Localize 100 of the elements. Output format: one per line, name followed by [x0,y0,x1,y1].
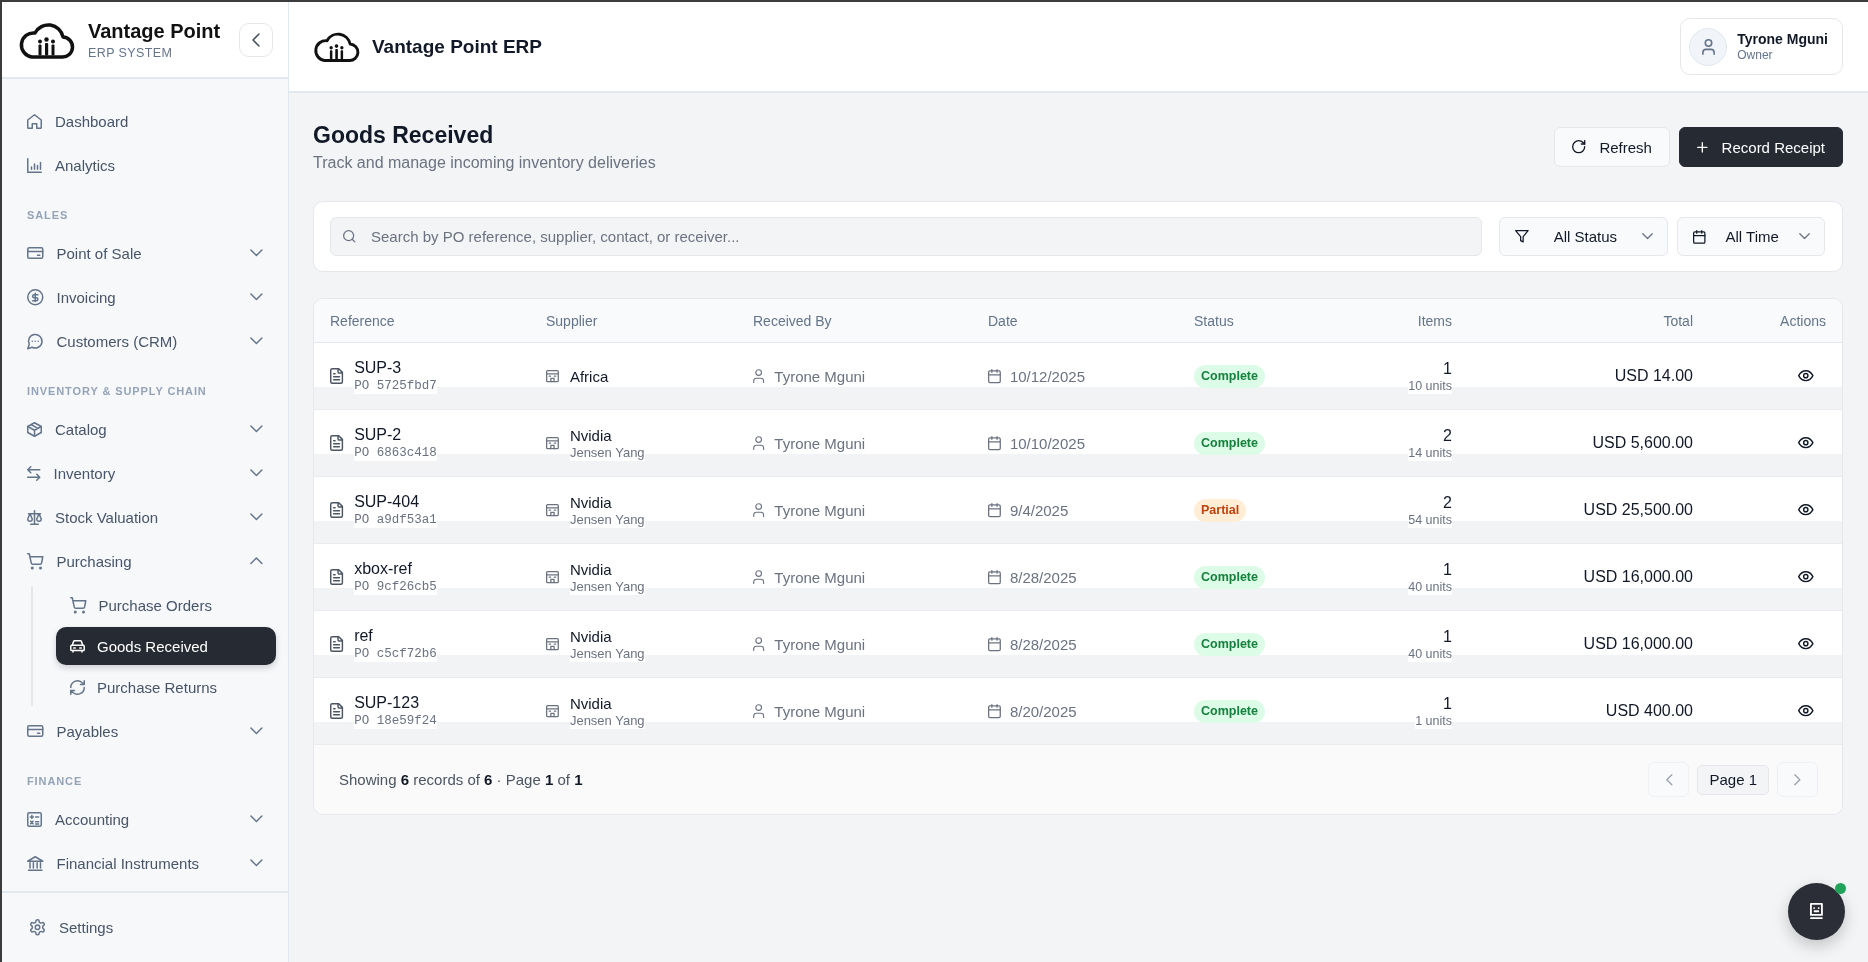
calendar-icon [1693,229,1706,244]
calendar-icon [988,636,1001,652]
po-number: PO 9cf26cb5 [354,579,437,595]
store-icon [546,570,559,584]
filter-dropdown[interactable]: All Time [1677,217,1825,256]
column-header: Total [1663,312,1693,329]
chevron-down-icon [1641,233,1653,240]
column-header: Status [1194,312,1235,329]
chevron-right-icon [1794,773,1801,786]
status-badge: Complete [1194,632,1265,656]
unit-count: 14 units [1408,445,1452,461]
record-receipt-button[interactable]: Record Receipt [1678,127,1843,167]
user-icon [753,435,765,451]
store-icon [546,704,559,718]
status-badge: Complete [1194,565,1265,589]
sidebar-item[interactable]: Customers (CRM) [14,319,276,363]
sidebar-item[interactable]: Purchase Orders [56,586,276,624]
search-field[interactable]: Search by PO reference, supplier, contact, or receiver... [330,217,1482,256]
file-icon [330,636,344,652]
po-number: PO 18e59f24 [354,713,437,729]
sidebar-item[interactable]: Payables [14,709,276,753]
status-badge: Complete [1194,364,1265,388]
sidebar-item[interactable]: Inventory [14,451,276,495]
calendar-icon [988,502,1001,518]
cart-icon [27,552,44,570]
calendar-icon [988,703,1001,719]
po-number: PO 5725fbd7 [354,378,437,394]
page-title: Goods Received [313,121,494,149]
status-badge: Complete [1194,431,1265,455]
settings-icon [30,919,45,936]
eye-icon [1798,705,1814,717]
store-icon [546,637,559,651]
cart-icon [70,596,87,614]
sidebar-item[interactable]: Catalog [14,407,276,451]
chevron-down-icon [1798,233,1810,240]
total-amount: USD 5,600.00 [1592,433,1693,453]
avatar-icon [1689,27,1728,66]
column-header: Date [988,312,1019,329]
unit-count: 40 units [1408,646,1452,662]
eye-icon [1798,638,1814,650]
file-icon [330,703,344,719]
user-icon [753,636,765,652]
total-amount: USD 25,500.00 [1583,500,1693,520]
filter-icon [1515,230,1529,243]
user-card[interactable]: Tyrone Mguni Owner [1680,18,1843,75]
filter-dropdown[interactable]: All Status [1499,217,1668,256]
box-icon [27,421,42,437]
bank-icon [27,855,44,871]
unit-count: 10 units [1408,378,1452,394]
calendar-icon [988,569,1001,585]
sidebar-item[interactable]: Purchasing [14,539,276,583]
sidebar-item[interactable]: Analytics [14,143,276,187]
sidebar-item[interactable]: Financial Instruments [14,841,276,885]
store-icon [546,503,559,517]
app-title: Vantage Point ERP [372,35,542,58]
pagination-summary: Showing 6 records of 6 · Page 1 of 1 [339,771,583,788]
eye-icon [1798,571,1814,583]
home-icon [27,113,42,129]
scale-icon [27,509,42,525]
bar-chart-icon [27,157,42,173]
car-icon [70,639,85,653]
collapse-sidebar-button[interactable] [239,22,273,57]
status-badge: Partial [1194,498,1247,522]
column-header: Reference [330,312,396,329]
user-icon [753,569,765,585]
po-number: PO c5cf72b6 [354,646,437,662]
unit-count: 54 units [1408,512,1452,528]
total-amount: USD 16,000.00 [1583,567,1693,587]
file-icon [330,368,344,384]
file-icon [330,435,344,451]
file-icon [330,502,344,518]
user-role: Owner [1737,47,1773,63]
dollar-icon [27,288,44,306]
calculator-icon [27,811,42,827]
column-header: Supplier [546,312,599,329]
sidebar-item[interactable]: Purchase Returns [56,668,276,706]
column-header: Received By [753,312,833,329]
sidebar-item[interactable]: Stock Valuation [14,495,276,539]
chevron-left-icon [1665,773,1673,786]
user-icon [753,703,765,719]
sidebar-item[interactable]: Settings [14,905,276,950]
file-icon [330,569,344,585]
page-subtitle: Track and manage incoming inventory deliveries [313,153,656,173]
po-number: PO a9df53a1 [354,512,437,528]
eye-icon [1798,504,1814,516]
total-amount: USD 16,000.00 [1583,634,1693,654]
user-icon [753,368,765,384]
column-header: Actions [1780,312,1826,329]
section-heading: INVENTORY & SUPPLY CHAIN [26,384,208,399]
refresh-icon [70,679,85,695]
sidebar-item[interactable]: Accounting [14,797,276,841]
store-icon [546,369,559,383]
brand-name: Vantage Point [88,18,221,43]
refresh-button[interactable]: Refresh [1554,127,1670,167]
brand-subtitle: ERP SYSTEM [88,44,173,61]
arrows-icon [27,465,41,481]
sidebar-item[interactable]: Dashboard [14,99,276,143]
sidebar-item[interactable]: Goods Received [56,627,276,665]
sidebar-item[interactable]: Invoicing [14,275,276,319]
sidebar-item[interactable]: Point of Sale [14,231,276,275]
